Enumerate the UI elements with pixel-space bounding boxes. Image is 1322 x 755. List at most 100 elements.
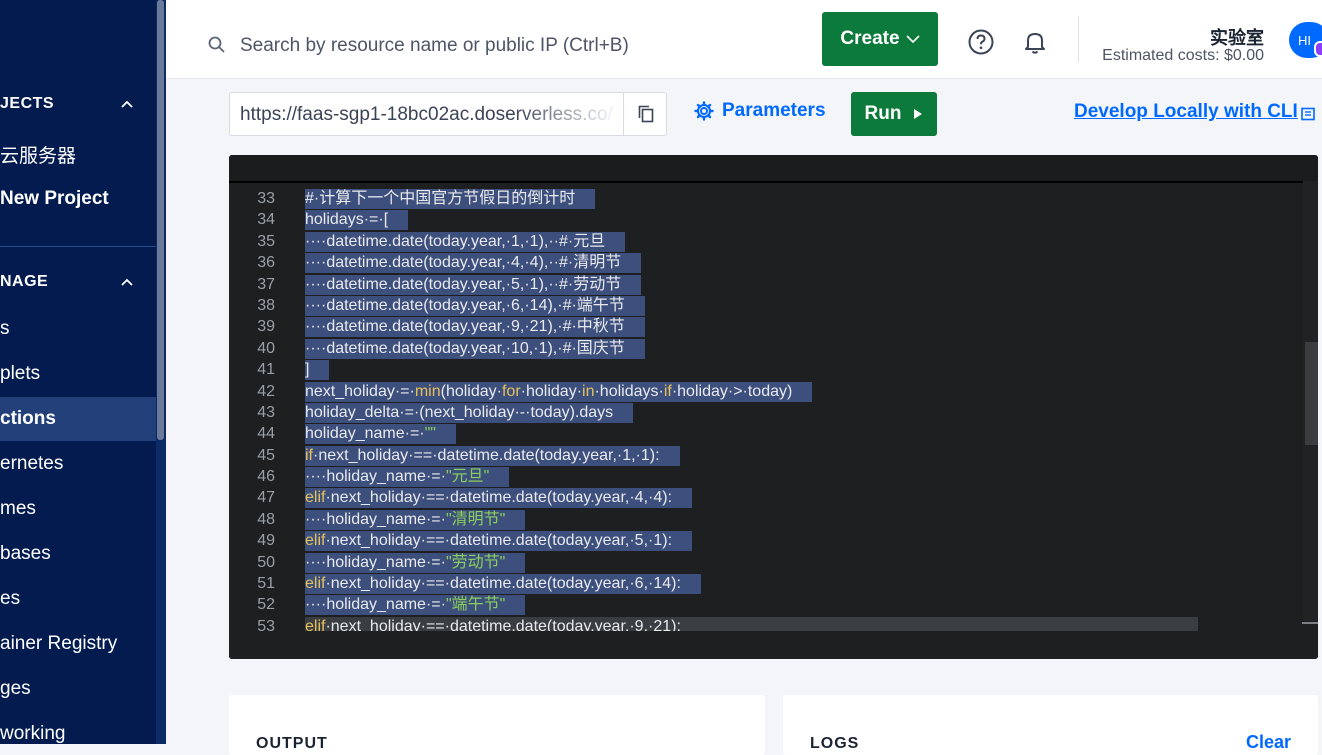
code-line[interactable]: 39 ····datetime.date(today.year,·9,·21),·… xyxy=(229,316,1318,338)
copy-icon xyxy=(638,105,654,123)
code-line[interactable]: 46 ····holiday_name·=·"元旦" xyxy=(229,466,1318,488)
line-number: 44 xyxy=(257,425,275,443)
code-text[interactable]: next_holiday·=·min(holiday·for·holiday·i… xyxy=(305,381,813,402)
chevron-up-icon[interactable] xyxy=(120,97,134,111)
sidebar-scrollbar-thumb[interactable] xyxy=(157,0,164,440)
code-text[interactable]: holiday_name·=·"" xyxy=(305,424,456,445)
help-icon[interactable] xyxy=(967,28,995,56)
sidebar-item-apps[interactable]: s xyxy=(0,318,10,340)
code-line[interactable]: 48 ····holiday_name·=·"清明节" xyxy=(229,509,1318,530)
sidebar-item-spaces[interactable]: es xyxy=(0,588,20,610)
line-number: 38 xyxy=(257,296,275,314)
estimated-costs: Estimated costs: $0.00 xyxy=(1102,47,1264,64)
line-number: 52 xyxy=(257,596,275,614)
chevron-up-icon[interactable] xyxy=(120,275,134,289)
sidebar-item-images[interactable]: ges xyxy=(0,678,31,700)
output-panel: OUTPUT xyxy=(229,695,765,755)
code-text[interactable]: #·计算下一个中国官方节假日的倒计时 xyxy=(305,189,596,209)
line-number: 36 xyxy=(257,254,275,272)
sidebar-project-item[interactable]: 云服务器 xyxy=(0,141,76,168)
gear-icon xyxy=(694,101,714,121)
code-text[interactable]: ····holiday_name·=·"劳动节" xyxy=(305,552,526,573)
code-line[interactable]: 43 holiday_delta·=·(next_holiday·-·today)… xyxy=(229,402,1318,423)
editor-bottom-padding xyxy=(229,631,1318,659)
line-number: 50 xyxy=(257,553,275,571)
code-text[interactable]: holiday_delta·=·(next_holiday·-·today).d… xyxy=(305,402,634,423)
function-url-field[interactable]: https://faas-sgp1-18bc02ac.doserverless.… xyxy=(229,92,667,136)
sidebar-new-project[interactable]: New Project xyxy=(0,188,109,210)
code-line[interactable]: 35 ····datetime.date(today.year,·1,·1),··… xyxy=(229,231,1318,252)
line-number: 34 xyxy=(257,211,275,229)
code-text[interactable]: ····datetime.date(today.year,·4,·4),··#·… xyxy=(305,253,642,274)
code-text[interactable]: if·next_holiday·==·datetime.date(today.y… xyxy=(305,445,680,466)
code-line[interactable]: 52 ····holiday_name·=·"端午节" xyxy=(229,594,1318,616)
code-text[interactable]: elif·next_holiday·==·datetime.date(today… xyxy=(305,574,701,595)
sidebar-item-functions[interactable]: ctions xyxy=(0,408,56,430)
sidebar-item-container-registry[interactable]: ainer Registry xyxy=(0,633,117,655)
code-line[interactable]: 38 ····datetime.date(today.year,·6,·14),·… xyxy=(229,295,1318,316)
code-text[interactable]: elif·next_holiday·==·datetime.date(today… xyxy=(305,531,693,552)
line-number: 33 xyxy=(257,190,275,207)
sidebar-divider xyxy=(0,246,156,247)
line-number: 37 xyxy=(257,275,275,293)
code-line[interactable]: 37 ····datetime.date(today.year,·5,·1),··… xyxy=(229,274,1318,295)
code-editor[interactable]: 33 #·计算下一个中国官方节假日的倒计时 34 holidays·=·[35 ····… xyxy=(229,155,1318,659)
bell-icon[interactable] xyxy=(1021,28,1049,56)
code-line[interactable]: 49 elif·next_holiday·==·datetime.date(tod… xyxy=(229,530,1318,552)
code-text[interactable]: ····holiday_name·=·"元旦" xyxy=(305,467,510,488)
code-text[interactable]: ····datetime.date(today.year,·6,·14),·#·… xyxy=(305,295,645,316)
line-number: 40 xyxy=(257,339,275,357)
line-number: 43 xyxy=(257,403,275,421)
code-line[interactable]: 50 ····holiday_name·=·"劳动节" xyxy=(229,552,1318,573)
line-number: 39 xyxy=(257,318,275,336)
parameters-label: Parameters xyxy=(722,100,826,121)
chevron-down-icon xyxy=(906,35,920,44)
avatar-initials: HI xyxy=(1298,32,1311,48)
play-icon xyxy=(914,109,923,119)
avatar-status-dot xyxy=(1314,41,1322,57)
create-button[interactable]: Create xyxy=(822,12,938,66)
code-text[interactable]: ····datetime.date(today.year,·1,·1),··#·… xyxy=(305,231,626,252)
code-text[interactable]: ····datetime.date(today.year,·10,·1),·#·… xyxy=(305,338,645,359)
code-line[interactable]: 42 next_holiday·=·min(holiday·for·holiday… xyxy=(229,381,1318,402)
line-number: 45 xyxy=(257,446,275,464)
code-line[interactable]: 51 elif·next_holiday·==·datetime.date(tod… xyxy=(229,573,1318,595)
code-line[interactable]: 44 holiday_name·=·"" xyxy=(229,423,1318,445)
sidebar-item-volumes[interactable]: mes xyxy=(0,498,36,520)
code-text[interactable]: ] xyxy=(305,360,330,381)
header-separator xyxy=(1078,16,1079,62)
search-input[interactable] xyxy=(238,30,802,62)
code-text[interactable]: holidays·=·[ xyxy=(305,210,409,231)
code-line[interactable]: 47 elif·next_holiday·==·datetime.date(tod… xyxy=(229,487,1318,509)
code-line[interactable]: 36 ····datetime.date(today.year,·4,·4),··… xyxy=(229,252,1318,274)
parameters-button[interactable]: Parameters xyxy=(694,100,826,122)
code-line[interactable]: 34 holidays·=·[ xyxy=(229,209,1318,231)
logs-panel: LOGS Clear xyxy=(783,695,1318,755)
clear-logs-link[interactable]: Clear xyxy=(1246,732,1291,753)
develop-locally-cli-link[interactable]: Develop Locally with CLI xyxy=(1074,101,1298,123)
editor-scrollbar-thumb[interactable] xyxy=(1305,342,1318,445)
sidebar-item-kubernetes[interactable]: ernetes xyxy=(0,453,63,475)
run-button[interactable]: Run xyxy=(851,92,937,136)
run-button-label: Run xyxy=(864,103,902,124)
code-text[interactable]: ····holiday_name·=·"清明节" xyxy=(305,509,526,530)
code-lines[interactable]: 33 #·计算下一个中国官方节假日的倒计时 34 holidays·=·[35 ····… xyxy=(229,188,1318,637)
code-text[interactable]: elif·next_holiday·==·datetime.date(today… xyxy=(305,488,693,509)
code-text[interactable]: ····holiday_name·=·"端午节" xyxy=(305,595,526,616)
sidebar-item-networking[interactable]: working xyxy=(0,723,65,744)
logs-title: LOGS xyxy=(810,735,860,752)
code-line[interactable]: 33 #·计算下一个中国官方节假日的倒计时 xyxy=(229,188,1318,209)
line-number: 46 xyxy=(257,468,275,486)
copy-url-button[interactable] xyxy=(623,93,666,135)
line-number: 41 xyxy=(257,361,275,379)
code-text[interactable]: ····datetime.date(today.year,·5,·1),··#·… xyxy=(305,274,642,295)
function-url[interactable]: https://faas-sgp1-18bc02ac.doserverless.… xyxy=(240,104,620,126)
line-number: 47 xyxy=(257,489,275,507)
code-text[interactable]: ····datetime.date(today.year,·9,·21),·#·… xyxy=(305,317,645,338)
code-line[interactable]: 41] xyxy=(229,359,1318,381)
sidebar-item-droplets[interactable]: plets xyxy=(0,363,40,385)
external-doc-icon[interactable] xyxy=(1301,107,1315,121)
code-line[interactable]: 45 if·next_holiday·==·datetime.date(today… xyxy=(229,445,1318,466)
sidebar-item-databases[interactable]: bases xyxy=(0,543,51,565)
code-line[interactable]: 40 ····datetime.date(today.year,·10,·1),·… xyxy=(229,338,1318,359)
